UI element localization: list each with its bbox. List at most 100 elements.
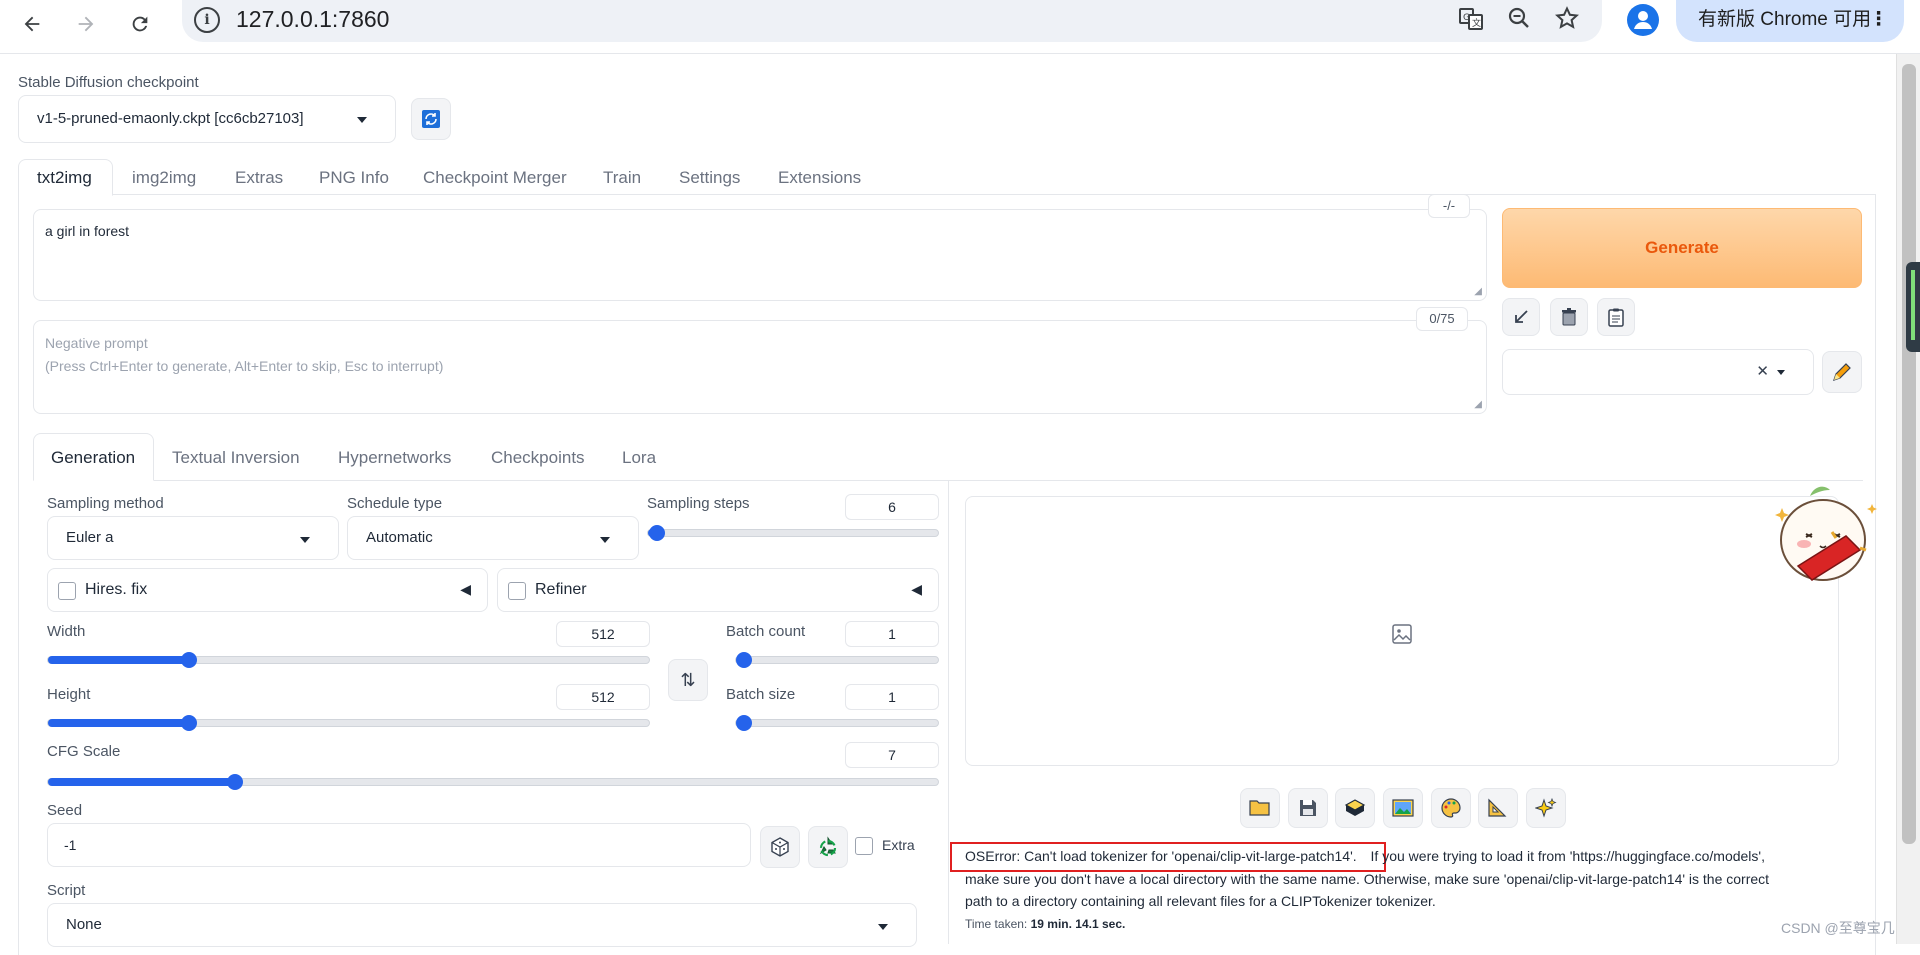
checkpoint-value: v1-5-pruned-emaonly.ckpt [cc6cb27103] bbox=[37, 110, 304, 127]
scrollbar-thumb[interactable] bbox=[1902, 64, 1916, 844]
error-line-2: make sure you don't have a local directo… bbox=[965, 871, 1770, 887]
edit-style-button[interactable] bbox=[1822, 351, 1862, 393]
svg-text:G: G bbox=[1463, 13, 1470, 23]
arrow-down-left-icon bbox=[1515, 310, 1528, 323]
clear-prompt-button[interactable] bbox=[1550, 298, 1588, 336]
checkpoint-select[interactable]: v1-5-pruned-emaonly.ckpt [cc6cb27103] bbox=[18, 95, 396, 143]
upscale-button[interactable] bbox=[1526, 788, 1566, 828]
tab-png-info[interactable]: PNG Info bbox=[319, 168, 389, 188]
open-folder-button[interactable] bbox=[1240, 788, 1280, 828]
url-text: 127.0.0.1:7860 bbox=[236, 6, 390, 32]
negative-prompt-placeholder-2: (Press Ctrl+Enter to generate, Alt+Enter… bbox=[45, 358, 444, 374]
swap-dimensions-button[interactable]: ⇅ bbox=[668, 659, 708, 701]
sampling-method-select[interactable]: Euler a bbox=[47, 516, 339, 560]
bookmark-star-icon[interactable] bbox=[1552, 6, 1582, 36]
script-label: Script bbox=[47, 882, 86, 899]
picture-icon bbox=[1392, 799, 1414, 817]
tab-textual-inversion[interactable]: Textual Inversion bbox=[172, 448, 300, 468]
tab-checkpoint-merger[interactable]: Checkpoint Merger bbox=[423, 168, 567, 188]
send-to-extras-button[interactable] bbox=[1478, 788, 1518, 828]
zip-button[interactable] bbox=[1335, 788, 1375, 828]
output-gallery[interactable] bbox=[965, 496, 1839, 766]
resize-handle-icon[interactable]: ◢ bbox=[1474, 286, 1482, 297]
seed-input[interactable]: -1 bbox=[47, 823, 751, 867]
profile-avatar-icon[interactable] bbox=[1627, 4, 1659, 36]
apply-style-button[interactable] bbox=[1597, 298, 1635, 336]
palette-icon bbox=[1441, 798, 1461, 818]
send-to-inpaint-button[interactable] bbox=[1431, 788, 1471, 828]
batch-size-slider[interactable] bbox=[735, 715, 939, 731]
schedule-type-label: Schedule type bbox=[347, 495, 443, 512]
slider-fill bbox=[48, 719, 190, 727]
address-bar[interactable]: i 127.0.0.1:7860 G文 bbox=[182, 0, 1602, 42]
send-to-img2img-button[interactable] bbox=[1383, 788, 1423, 828]
tab-checkpoints[interactable]: Checkpoints bbox=[491, 448, 585, 468]
extra-seed-label: Extra bbox=[882, 837, 915, 853]
cfg-scale-input[interactable]: 7 bbox=[845, 742, 939, 768]
csdn-watermark: CSDN @至尊宝几 bbox=[1781, 920, 1895, 936]
tab-extensions[interactable]: Extensions bbox=[778, 168, 861, 188]
random-seed-button[interactable] bbox=[760, 826, 800, 868]
read-params-button[interactable] bbox=[1502, 298, 1540, 336]
seed-value: -1 bbox=[64, 837, 77, 853]
resize-handle-icon[interactable]: ◢ bbox=[1474, 399, 1482, 410]
zoom-icon[interactable] bbox=[1504, 6, 1534, 36]
site-info-icon[interactable]: i bbox=[194, 7, 220, 33]
clipboard-icon bbox=[1608, 308, 1624, 327]
schedule-type-select[interactable]: Automatic bbox=[347, 516, 639, 560]
refiner-accordion[interactable]: Refiner ◀ bbox=[497, 568, 939, 612]
back-icon[interactable] bbox=[14, 6, 50, 42]
slider-knob[interactable] bbox=[736, 652, 752, 668]
page-scrollbar[interactable] bbox=[1896, 54, 1920, 944]
generate-button[interactable]: Generate bbox=[1502, 208, 1862, 288]
tab-train[interactable]: Train bbox=[603, 168, 641, 188]
styles-select[interactable]: ✕ bbox=[1502, 349, 1814, 395]
batch-count-input[interactable]: 1 bbox=[845, 621, 939, 647]
width-slider[interactable] bbox=[47, 652, 650, 668]
prompt-token-counter: -/- bbox=[1428, 194, 1470, 218]
batch-size-input[interactable]: 1 bbox=[845, 684, 939, 710]
translate-icon[interactable]: G文 bbox=[1456, 6, 1486, 36]
sampling-steps-slider[interactable] bbox=[647, 525, 939, 541]
slider-knob[interactable] bbox=[736, 715, 752, 731]
sampling-steps-label: Sampling steps bbox=[647, 495, 750, 512]
height-input[interactable]: 512 bbox=[556, 684, 650, 710]
height-slider[interactable] bbox=[47, 715, 650, 731]
reuse-seed-button[interactable] bbox=[808, 826, 848, 868]
clear-x-icon[interactable]: ✕ bbox=[1756, 362, 1769, 380]
save-button[interactable] bbox=[1288, 788, 1328, 828]
sparkles-icon bbox=[1535, 797, 1557, 818]
time-taken-value: 19 min. 14.1 sec. bbox=[1030, 917, 1126, 931]
sampling-steps-input[interactable]: 6 bbox=[845, 494, 939, 520]
collapse-triangle-icon[interactable]: ◀ bbox=[911, 581, 922, 598]
height-label: Height bbox=[47, 686, 91, 703]
reload-icon[interactable] bbox=[122, 6, 158, 42]
prompt-text: a girl in forest bbox=[45, 223, 130, 239]
cfg-scale-slider[interactable] bbox=[47, 774, 939, 790]
hires-fix-accordion[interactable]: Hires. fix ◀ bbox=[47, 568, 488, 612]
slider-knob[interactable] bbox=[226, 774, 243, 790]
tab-img2img[interactable]: img2img bbox=[132, 168, 196, 188]
chrome-update-button[interactable]: 有新版 Chrome 可用 ⋮ bbox=[1676, 0, 1904, 42]
tab-extras[interactable]: Extras bbox=[235, 168, 283, 188]
collapse-triangle-icon[interactable]: ◀ bbox=[460, 581, 471, 598]
negative-prompt-textarea[interactable]: Negative prompt (Press Ctrl+Enter to gen… bbox=[33, 320, 1487, 414]
extra-seed-checkbox[interactable] bbox=[855, 837, 873, 855]
negative-token-counter: 0/75 bbox=[1416, 307, 1468, 331]
triangle-ruler-icon bbox=[1488, 798, 1507, 817]
forward-icon[interactable] bbox=[68, 6, 104, 42]
batch-count-slider[interactable] bbox=[735, 652, 939, 668]
tab-settings[interactable]: Settings bbox=[679, 168, 740, 188]
slider-knob[interactable] bbox=[648, 525, 665, 541]
hires-fix-checkbox[interactable] bbox=[58, 582, 76, 600]
width-input[interactable]: 512 bbox=[556, 621, 650, 647]
prompt-textarea[interactable]: a girl in forest ◢ bbox=[33, 209, 1487, 301]
refiner-checkbox[interactable] bbox=[508, 582, 526, 600]
tab-lora[interactable]: Lora bbox=[622, 448, 656, 468]
refresh-checkpoint-button[interactable] bbox=[411, 98, 451, 140]
negative-prompt-placeholder-1: Negative prompt bbox=[45, 335, 148, 351]
script-select[interactable]: None bbox=[47, 903, 917, 947]
sticker-edge-decoration bbox=[1892, 520, 1896, 630]
tab-hypernetworks[interactable]: Hypernetworks bbox=[338, 448, 451, 468]
recycle-icon bbox=[819, 836, 837, 857]
